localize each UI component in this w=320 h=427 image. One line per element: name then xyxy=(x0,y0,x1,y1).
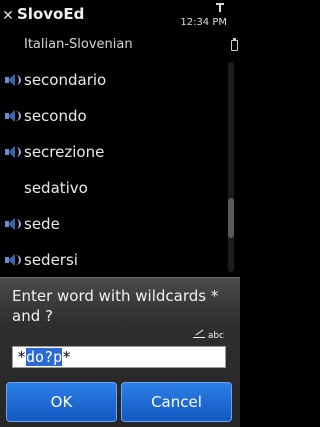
dialog-title: Enter word with wildcards * and ? xyxy=(12,287,219,325)
title-bar: ✕ SlovoEd 12:34 PM xyxy=(0,0,240,36)
speaker-icon[interactable] xyxy=(5,146,21,158)
app-title: SlovoEd xyxy=(17,5,85,23)
input-mode-indicator: abc xyxy=(192,329,224,341)
speaker-icon[interactable] xyxy=(5,110,21,122)
cancel-button[interactable]: Cancel xyxy=(121,382,232,422)
list-item[interactable]: secondo xyxy=(0,98,226,134)
input-mode-label: abc xyxy=(207,331,224,341)
ok-button[interactable]: OK xyxy=(6,382,117,422)
clock: 12:34 PM xyxy=(180,17,227,28)
close-icon[interactable]: ✕ xyxy=(2,9,14,23)
list-item[interactable]: sedersi xyxy=(0,242,226,278)
input-selected-text: do?p xyxy=(26,348,63,366)
scrollbar[interactable] xyxy=(228,62,234,272)
signal-icon xyxy=(216,3,224,13)
wildcard-input[interactable]: *do?p* xyxy=(12,346,226,368)
list-item-label: secondario xyxy=(24,71,107,89)
speaker-icon[interactable] xyxy=(5,218,21,230)
list-item-label: sedativo xyxy=(24,179,88,197)
list-item-label: sedersi xyxy=(24,251,78,269)
speaker-icon[interactable] xyxy=(5,254,21,266)
list-item[interactable]: secrezione xyxy=(0,134,226,170)
speaker-icon[interactable] xyxy=(5,74,21,86)
list-item-label: sede xyxy=(24,215,60,233)
dictionary-subtitle: Italian-Slovenian xyxy=(24,37,133,52)
battery-icon xyxy=(231,38,238,51)
list-item[interactable]: sede xyxy=(0,206,226,242)
wildcard-dialog: Enter word with wildcards * and ? abc *d… xyxy=(0,277,240,427)
scrollbar-thumb[interactable] xyxy=(228,198,234,238)
list-item[interactable]: sedativo xyxy=(0,170,226,206)
dialog-buttons: OK Cancel xyxy=(6,382,234,422)
input-suffix: * xyxy=(62,348,72,366)
list-item-label: secondo xyxy=(24,107,87,125)
word-list: secondario secondo secrezione sedativo s… xyxy=(0,62,226,278)
pen-icon xyxy=(192,329,205,338)
list-item-label: secrezione xyxy=(24,143,105,161)
input-prefix: * xyxy=(17,348,27,366)
list-item[interactable]: secondario xyxy=(0,62,226,98)
